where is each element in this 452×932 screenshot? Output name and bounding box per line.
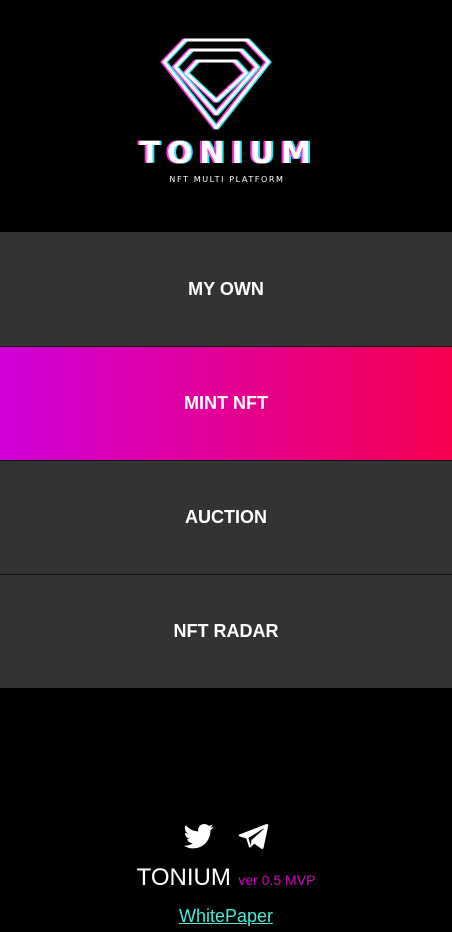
logo-subtitle: NFT MULTI PLATFORM <box>169 175 285 184</box>
diamond-logo-icon <box>160 38 272 130</box>
whitepaper-container: WhitePaper <box>0 906 452 927</box>
menu-item-my-own[interactable]: MY OWN <box>0 232 452 346</box>
logo-title: TONIUM <box>139 136 318 171</box>
version-label: ver 0.5 MVP <box>238 872 316 888</box>
menu-item-nft-radar[interactable]: NFT RADAR <box>0 574 452 688</box>
logo: TONIUM NFT MULTI PLATFORM <box>0 0 452 232</box>
whitepaper-link[interactable]: WhitePaper <box>179 906 273 926</box>
social-links <box>0 820 452 852</box>
main-menu: MY OWN MINT NFT AUCTION NFT RADAR <box>0 232 452 688</box>
twitter-icon[interactable] <box>182 821 216 851</box>
footer-brand: TONIUM ver 0.5 MVP <box>0 864 452 892</box>
footer-brand-name: TONIUM <box>136 864 231 891</box>
menu-item-mint-nft[interactable]: MINT NFT <box>0 346 452 460</box>
menu-item-auction[interactable]: AUCTION <box>0 460 452 574</box>
telegram-icon[interactable] <box>236 821 270 851</box>
